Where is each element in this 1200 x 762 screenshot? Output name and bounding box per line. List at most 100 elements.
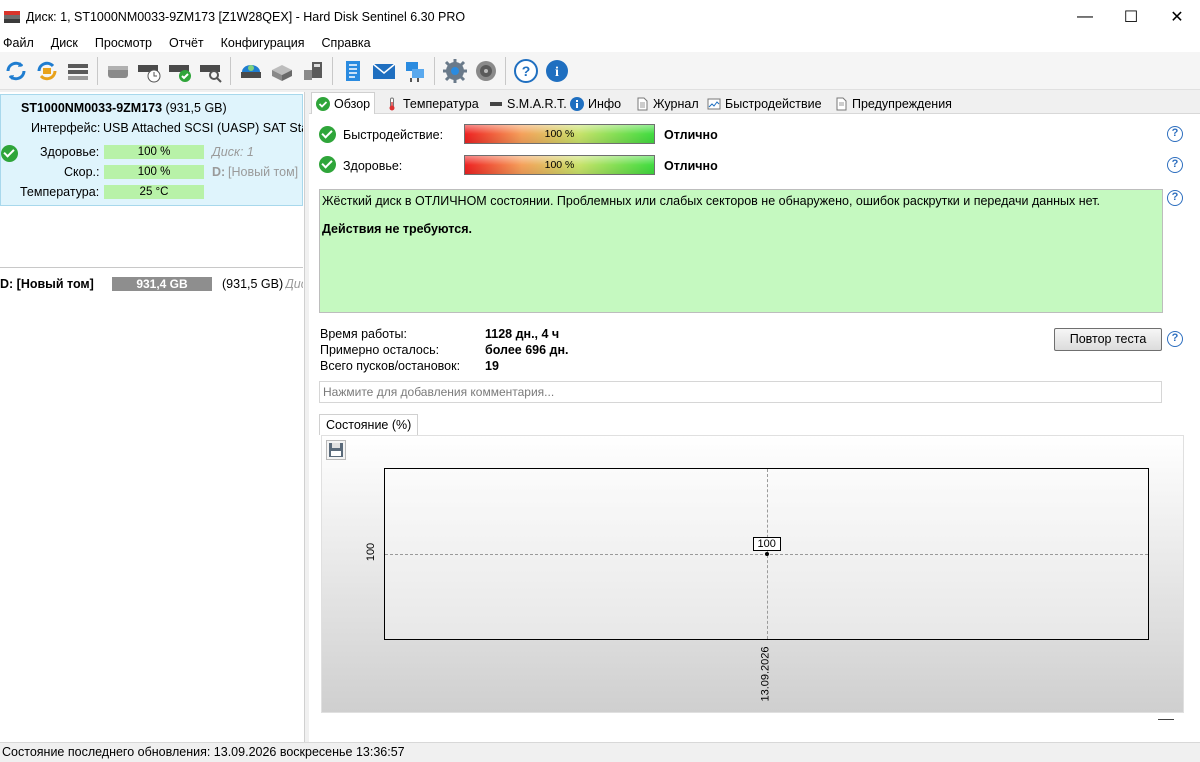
volume-drive-note: D: xyxy=(212,165,226,179)
health-chart-area: 100 100 13.09.2026 xyxy=(321,435,1184,720)
volume-name-note: [Новый том] xyxy=(228,165,299,179)
tab-smart[interactable]: S.M.A.R.T. xyxy=(485,94,571,114)
toolbar-separator xyxy=(97,56,98,85)
starts-value: 19 xyxy=(485,359,499,373)
disk-search-icon[interactable] xyxy=(198,58,224,84)
menu-config[interactable]: Конфигурация xyxy=(221,36,305,50)
email-icon[interactable] xyxy=(371,58,397,84)
disk-list-icon[interactable] xyxy=(65,58,91,84)
tab-warnings[interactable]: Предупреждения xyxy=(830,94,956,114)
action-message: Действия не требуются. xyxy=(322,222,472,236)
title-bar: Диск: 1, ST1000NM0033-9ZM173 [Z1W28QEX] … xyxy=(0,0,1200,34)
disk-schedule-icon[interactable] xyxy=(136,58,162,84)
disk-name: ST1000NM0033-9ZM173 xyxy=(21,101,163,115)
help-icon[interactable]: ? xyxy=(513,58,539,84)
disk-usb-icon[interactable] xyxy=(300,58,326,84)
chart-data-label: 100 xyxy=(752,537,781,551)
remaining-value: более 696 дн. xyxy=(485,343,569,357)
app-logo-icon xyxy=(4,11,20,23)
status-bar: Состояние последнего обновления: 13.09.2… xyxy=(0,742,1200,762)
sound-icon[interactable] xyxy=(473,58,499,84)
maximize-button[interactable]: ☐ xyxy=(1108,0,1154,34)
tab-temperature[interactable]: Температура xyxy=(381,94,483,114)
info-icon xyxy=(570,97,584,111)
check-icon xyxy=(316,97,330,111)
temperature-label: Температура: xyxy=(20,185,100,199)
disk-size: (931,5 GB) xyxy=(165,101,227,115)
disk-check-icon[interactable] xyxy=(167,58,193,84)
health-ok-icon xyxy=(319,156,336,173)
menu-view[interactable]: Просмотр xyxy=(95,36,152,50)
volume-row[interactable]: D: [Новый том] 931,4 GB (931,5 GB) Дис xyxy=(0,276,303,292)
chart-data-point xyxy=(764,552,769,556)
starts-label: Всего пусков/остановок: xyxy=(320,359,461,373)
remaining-label: Примерно осталось: xyxy=(320,343,440,357)
performance-help-icon[interactable]: ? xyxy=(1167,126,1183,142)
info-icon[interactable]: i xyxy=(544,58,570,84)
volume-total: (931,5 GB) xyxy=(222,277,284,291)
menu-help[interactable]: Справка xyxy=(322,36,371,50)
tab-log[interactable]: Журнал xyxy=(631,94,703,114)
chart-minimize-icon[interactable] xyxy=(1158,719,1174,720)
disk-eject-icon[interactable] xyxy=(269,58,295,84)
toolbar-separator xyxy=(332,56,333,85)
status-ok-icon xyxy=(1,145,18,162)
disk-icon xyxy=(489,97,503,111)
thermometer-icon xyxy=(385,97,399,111)
performance-ok-icon xyxy=(319,126,336,143)
interface-value: USB Attached SCSI (UASP) SAT Stand xyxy=(103,121,303,135)
comment-input[interactable]: Нажмите для добавления комментария... xyxy=(319,381,1162,403)
temperature-bar: 25 °C xyxy=(104,185,204,199)
menu-report[interactable]: Отчёт xyxy=(169,36,204,50)
svg-text:i: i xyxy=(555,65,559,80)
volume-disk-note: Дис xyxy=(285,277,303,291)
message-help-icon[interactable]: ? xyxy=(1167,190,1183,206)
document-icon xyxy=(635,97,649,111)
chart-x-tick-label: 13.09.2026 xyxy=(759,645,772,702)
network-icon[interactable] xyxy=(402,58,428,84)
window-title: Диск: 1, ST1000NM0033-9ZM173 [Z1W28QEX] … xyxy=(26,10,466,24)
refresh-icon[interactable] xyxy=(3,58,29,84)
interface-label: Интерфейс: xyxy=(31,121,101,135)
overview-panel: Быстродействие: 100 % Отлично ? Здоровье… xyxy=(309,114,1200,742)
menu-file[interactable]: Файл xyxy=(3,36,34,50)
save-icon[interactable] xyxy=(326,440,346,460)
disk-card[interactable]: ST1000NM0033-9ZM173 (931,5 GB) Интерфейс… xyxy=(0,94,303,206)
uptime-value: 1128 дн., 4 ч xyxy=(485,327,560,341)
report-icon[interactable] xyxy=(340,58,366,84)
tab-bar: Обзор Температура S.M.A.R.T. Инфо Журнал… xyxy=(309,92,1200,115)
retest-help-icon[interactable]: ? xyxy=(1167,331,1183,347)
health-help-icon[interactable]: ? xyxy=(1167,157,1183,173)
health-rating: Отлично xyxy=(664,159,718,173)
panel-divider xyxy=(0,267,303,268)
disk-list-panel: ST1000NM0033-9ZM173 (931,5 GB) Интерфейс… xyxy=(0,92,305,742)
settings-icon[interactable] xyxy=(442,58,468,84)
tab-performance[interactable]: Быстродействие xyxy=(703,94,826,114)
status-message: Жёсткий диск в ОТЛИЧНОМ состоянии. Пробл… xyxy=(322,194,1101,208)
disk-test-icon[interactable] xyxy=(238,58,264,84)
toolbar-separator xyxy=(434,56,435,85)
uptime-label: Время работы: xyxy=(320,327,407,341)
tab-info[interactable]: Инфо xyxy=(566,94,625,114)
refresh-all-icon[interactable] xyxy=(34,58,60,84)
toolbar: ? i xyxy=(0,52,1200,90)
minimize-button[interactable]: — xyxy=(1062,0,1108,34)
disk-number-note: Диск: 1 xyxy=(212,145,254,159)
toolbar-separator xyxy=(230,56,231,85)
performance-rating: Отлично xyxy=(664,128,718,142)
close-button[interactable]: ✕ xyxy=(1154,0,1200,34)
disk-gray-icon[interactable] xyxy=(105,58,131,84)
volume-free-bar: 931,4 GB xyxy=(112,277,212,291)
tab-overview[interactable]: Обзор xyxy=(311,92,376,115)
performance-bar: 100 % xyxy=(104,165,204,179)
performance-label: Быстродействие: xyxy=(343,128,444,142)
tab-health-chart[interactable]: Состояние (%) xyxy=(319,414,419,435)
menu-disk[interactable]: Диск xyxy=(51,36,78,50)
chart-y-tick-label: 100 xyxy=(365,542,378,562)
volume-name: D: [Новый том] xyxy=(0,277,94,291)
svg-text:?: ? xyxy=(521,63,530,79)
health-bar: 100 % xyxy=(464,155,655,175)
retest-button[interactable]: Повтор теста xyxy=(1054,328,1162,351)
health-label: Здоровье: xyxy=(343,159,403,173)
warning-doc-icon xyxy=(834,97,848,111)
